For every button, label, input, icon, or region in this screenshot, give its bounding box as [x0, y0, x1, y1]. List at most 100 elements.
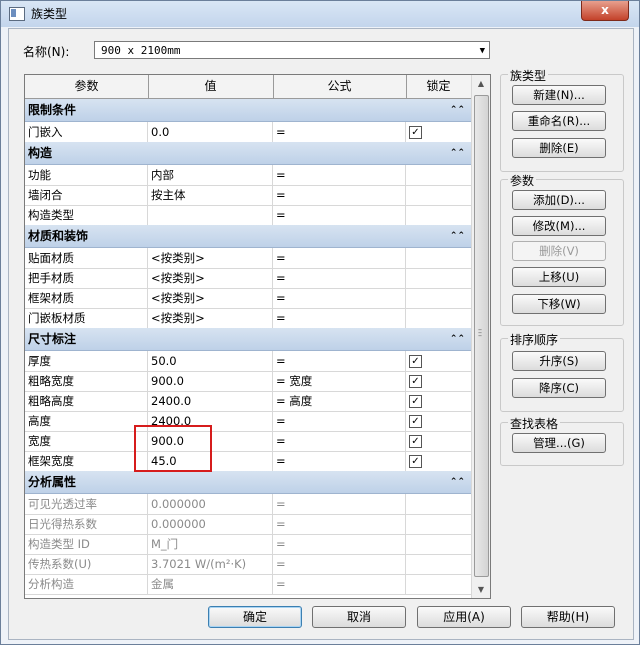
- ok-button[interactable]: 确定: [208, 606, 302, 628]
- move-up-button[interactable]: 上移(U): [512, 267, 606, 287]
- cell-param: 构造类型 ID: [25, 534, 148, 554]
- lock-checkbox[interactable]: ✓: [409, 126, 422, 139]
- rename-type-button[interactable]: 重命名(R)...: [512, 111, 606, 131]
- cell-formula[interactable]: =: [273, 351, 406, 371]
- scrollbar-thumb[interactable]: – – –: [474, 95, 489, 577]
- scroll-down-icon[interactable]: ▼: [472, 581, 490, 598]
- cell-lock[interactable]: ✓: [406, 431, 471, 451]
- cell-formula[interactable]: =: [273, 514, 406, 534]
- cell-formula[interactable]: =: [273, 288, 406, 308]
- apply-button[interactable]: 应用(A): [417, 606, 511, 628]
- cell-formula[interactable]: =: [273, 248, 406, 268]
- header-lock[interactable]: 锁定: [406, 75, 471, 98]
- table-row: 可见光透过率 0.000000 =: [25, 494, 471, 515]
- cell-formula[interactable]: =: [273, 574, 406, 594]
- cell-lock[interactable]: ✓: [406, 451, 471, 471]
- collapse-icon[interactable]: ⌃⌃: [450, 225, 465, 247]
- cell-value[interactable]: 3.7021 W/(m²·K): [148, 554, 273, 574]
- cell-value[interactable]: 50.0: [148, 351, 273, 371]
- cell-param: 厚度: [25, 351, 148, 371]
- help-button[interactable]: 帮助(H): [521, 606, 615, 628]
- cell-formula[interactable]: =: [273, 494, 406, 514]
- group-header[interactable]: 构造 ⌃⌃: [25, 142, 471, 165]
- cell-lock: [406, 205, 471, 225]
- cell-lock[interactable]: ✓: [406, 391, 471, 411]
- lock-checkbox[interactable]: ✓: [409, 455, 422, 468]
- cell-formula[interactable]: =: [273, 431, 406, 451]
- lock-checkbox[interactable]: ✓: [409, 375, 422, 388]
- lock-checkbox[interactable]: ✓: [409, 415, 422, 428]
- move-down-button[interactable]: 下移(W): [512, 294, 606, 314]
- collapse-icon[interactable]: ⌃⌃: [450, 99, 465, 121]
- cell-value[interactable]: <按类别>: [148, 248, 273, 268]
- cell-formula[interactable]: = 高度: [273, 391, 406, 411]
- header-value[interactable]: 值: [148, 75, 274, 98]
- cell-param: 粗略宽度: [25, 371, 148, 391]
- grid-scrollbar[interactable]: ▲ – – – ▼: [471, 75, 490, 598]
- cell-formula[interactable]: =: [273, 205, 406, 225]
- cell-formula[interactable]: =: [273, 554, 406, 574]
- cell-formula[interactable]: =: [273, 268, 406, 288]
- cell-value[interactable]: 0.000000: [148, 514, 273, 534]
- lock-checkbox[interactable]: ✓: [409, 395, 422, 408]
- add-parameter-button[interactable]: 添加(D)...: [512, 190, 606, 210]
- header-param[interactable]: 参数: [25, 75, 149, 98]
- cell-lock[interactable]: ✓: [406, 411, 471, 431]
- cell-lock[interactable]: ✓: [406, 351, 471, 371]
- cell-lock[interactable]: ✓: [406, 122, 471, 142]
- cell-formula[interactable]: =: [273, 451, 406, 471]
- dropdown-arrow-icon[interactable]: ▼: [480, 42, 485, 60]
- cell-formula[interactable]: =: [273, 122, 406, 142]
- cell-formula[interactable]: =: [273, 185, 406, 205]
- name-dropdown-value: 900 x 2100mm: [101, 44, 181, 57]
- table-row: 日光得热系数 0.000000 =: [25, 514, 471, 535]
- sort-descending-button[interactable]: 降序(C): [512, 378, 606, 398]
- group-title: 限制条件: [28, 103, 77, 117]
- group-header[interactable]: 分析属性 ⌃⌃: [25, 471, 471, 494]
- cell-value[interactable]: 内部: [148, 165, 273, 185]
- cell-value[interactable]: <按类别>: [148, 288, 273, 308]
- cell-lock: [406, 514, 471, 534]
- cell-value[interactable]: 按主体: [148, 185, 273, 205]
- cell-value[interactable]: [148, 205, 273, 225]
- cell-value[interactable]: 0.000000: [148, 494, 273, 514]
- cell-param: 贴面材质: [25, 248, 148, 268]
- header-formula[interactable]: 公式: [273, 75, 407, 98]
- cell-lock[interactable]: ✓: [406, 371, 471, 391]
- lock-checkbox[interactable]: ✓: [409, 355, 422, 368]
- collapse-icon[interactable]: ⌃⌃: [450, 328, 465, 350]
- group-header[interactable]: 材质和装饰 ⌃⌃: [25, 225, 471, 248]
- cell-value[interactable]: 900.0: [148, 371, 273, 391]
- close-button[interactable]: x: [581, 1, 629, 21]
- table-row: 把手材质 <按类别> =: [25, 268, 471, 289]
- lock-checkbox[interactable]: ✓: [409, 435, 422, 448]
- delete-type-button[interactable]: 删除(E): [512, 138, 606, 158]
- new-type-button[interactable]: 新建(N)...: [512, 85, 606, 105]
- group-header[interactable]: 尺寸标注 ⌃⌃: [25, 328, 471, 351]
- delete-parameter-button[interactable]: 删除(V): [512, 241, 606, 261]
- modify-parameter-button[interactable]: 修改(M)...: [512, 216, 606, 236]
- cell-formula[interactable]: =: [273, 165, 406, 185]
- cell-value[interactable]: 金属: [148, 574, 273, 594]
- table-row: 贴面材质 <按类别> =: [25, 248, 471, 269]
- name-dropdown[interactable]: 900 x 2100mm ▼: [94, 41, 490, 59]
- cell-formula[interactable]: =: [273, 411, 406, 431]
- sort-ascending-button[interactable]: 升序(S): [512, 351, 606, 371]
- cell-value[interactable]: 0.0: [148, 122, 273, 142]
- cell-formula[interactable]: = 宽度: [273, 371, 406, 391]
- collapse-icon[interactable]: ⌃⌃: [450, 142, 465, 164]
- group-header[interactable]: 限制条件 ⌃⌃: [25, 99, 471, 122]
- cell-formula[interactable]: =: [273, 308, 406, 328]
- cell-formula[interactable]: =: [273, 534, 406, 554]
- title-bar[interactable]: 族类型 x: [1, 1, 639, 27]
- cell-value[interactable]: 2400.0: [148, 391, 273, 411]
- cell-value[interactable]: <按类别>: [148, 308, 273, 328]
- cancel-button[interactable]: 取消: [312, 606, 406, 628]
- table-row: 传热系数(U) 3.7021 W/(m²·K) =: [25, 554, 471, 575]
- manage-lookup-button[interactable]: 管理...(G): [512, 433, 606, 453]
- collapse-icon[interactable]: ⌃⌃: [450, 471, 465, 493]
- dialog-title: 族类型: [31, 7, 68, 21]
- scroll-up-icon[interactable]: ▲: [472, 75, 490, 92]
- cell-value[interactable]: M_门: [148, 534, 273, 554]
- cell-value[interactable]: <按类别>: [148, 268, 273, 288]
